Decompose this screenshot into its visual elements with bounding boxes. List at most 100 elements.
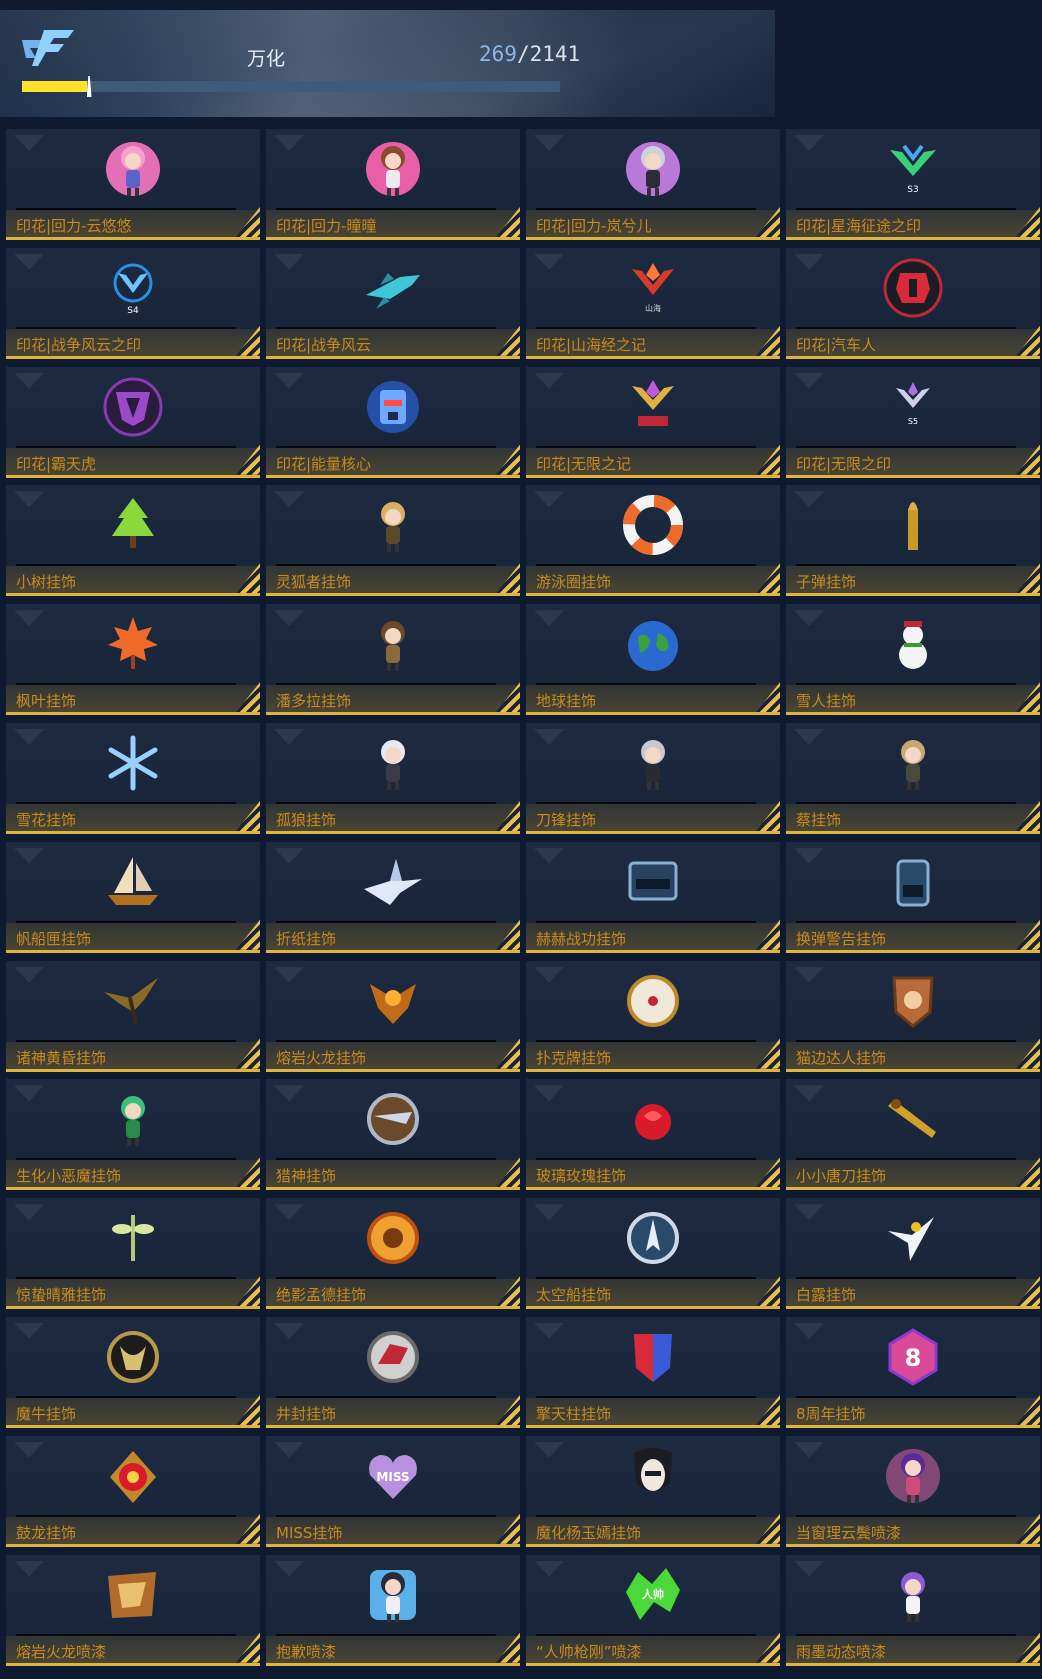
item-label: 枫叶挂饰 [16,692,77,711]
item-card[interactable]: 当窗理云鬓喷漆 [786,1435,1040,1547]
item-label: 绝影孟德挂饰 [276,1286,367,1305]
item-card[interactable]: 绝影孟德挂饰 [266,1198,520,1310]
decepticon-icon [100,374,166,440]
item-label: 游泳圈挂饰 [536,573,612,592]
item-card[interactable]: 换弹警告挂饰 [786,841,1040,953]
winged-dragon-icon [100,968,166,1034]
item-card[interactable]: 太空船挂饰 [526,1198,780,1310]
robot-head-icon [360,374,426,440]
item-card[interactable]: 雪花挂饰 [6,723,260,834]
item-card[interactable]: 擎天柱挂饰 [526,1317,780,1428]
item-card[interactable]: 生化小恶魔挂饰 [6,1079,260,1191]
item-label: 印花|回力-曈曈 [276,217,377,235]
item-card[interactable]: 印花|汽车人 [786,247,1040,359]
item-card[interactable]: 鼓龙挂饰 [6,1435,260,1547]
item-card[interactable]: 抱歉喷漆 [266,1554,520,1666]
item-label: 印花|山海经之记 [536,335,647,354]
item-card[interactable]: 赫赫战功挂饰 [526,841,780,953]
paper-crane-icon [360,849,426,915]
bull-medallion-icon [100,1324,166,1390]
item-card[interactable]: S4 印花|战争风云之印 [6,247,260,359]
count-total: 2141 [529,42,581,66]
item-card[interactable]: 熔岩火龙挂饰 [266,960,520,1072]
item-card[interactable]: 刀锋挂饰 [526,723,780,834]
svg-text:山海: 山海 [645,303,661,313]
item-card[interactable]: 扑克牌挂饰 [526,960,780,1072]
silver-medallion-icon [360,1086,426,1152]
item-card[interactable]: 熔岩火龙喷漆 [6,1554,260,1666]
item-label: 帆船匣挂饰 [16,929,92,948]
item-card[interactable]: 猫边达人挂饰 [786,960,1040,1072]
optimus-shield-icon [620,1324,686,1390]
item-label: 印花|汽车人 [796,335,877,354]
count-current: 269 [479,42,517,66]
item-card[interactable]: S3 印花|星海征途之印 [786,129,1040,240]
item-card[interactable]: 蔡挂饰 [786,723,1040,834]
chibi-masked-icon [620,730,686,796]
poker-chip-icon [620,968,686,1034]
chibi-girl-silver-icon [620,136,686,202]
chibi-girl-pink-icon [100,136,166,202]
infinity-emblem-gold-icon [620,374,686,440]
item-card[interactable]: MISS MISS挂饰 [266,1435,520,1547]
item-label: 印花|回力-岚兮儿 [536,217,652,235]
item-card[interactable]: 魔牛挂饰 [6,1317,260,1428]
item-card[interactable]: 印花|霸天虎 [6,366,260,478]
item-card[interactable]: 雪人挂饰 [786,604,1040,716]
item-card[interactable]: 白露挂饰 [786,1198,1040,1310]
item-label: 生化小恶魔挂饰 [16,1167,122,1186]
item-card[interactable]: 小小唐刀挂饰 [786,1079,1040,1191]
item-card[interactable]: 枫叶挂饰 [6,604,260,716]
item-card[interactable]: 印花|回力-云悠悠 [6,129,260,240]
shield-badge-icon [880,968,946,1034]
item-card[interactable]: 雨墨动态喷漆 [786,1554,1040,1666]
item-card[interactable]: 玻璃玫瑰挂饰 [526,1079,780,1191]
item-label: 灵狐者挂饰 [276,573,352,592]
item-card[interactable]: 猎神挂饰 [266,1079,520,1191]
item-card[interactable]: 折纸挂饰 [266,841,520,953]
chibi-soldier-icon [360,611,426,677]
item-card[interactable]: 印花|战争风云 [266,247,520,359]
svg-text:8: 8 [905,1344,922,1372]
item-card[interactable]: 井封挂饰 [266,1317,520,1428]
item-label: 猫边达人挂饰 [796,1048,887,1067]
score-panel-icon [620,849,686,915]
item-card[interactable]: 灵狐者挂饰 [266,485,520,597]
item-card[interactable]: 地球挂饰 [526,604,780,716]
item-card[interactable]: 印花|能量核心 [266,366,520,478]
item-card[interactable]: 惊蛰晴雅挂饰 [6,1198,260,1310]
item-card[interactable]: 印花|无限之记 [526,366,780,478]
globe-icon [620,611,686,677]
item-card[interactable]: 子弹挂饰 [786,485,1040,597]
item-label: 印花|星海征途之印 [796,217,922,235]
item-card[interactable]: 魔化杨玉嫣挂饰 [526,1435,780,1547]
dragonfly-icon [100,1205,166,1271]
item-card[interactable]: 帆船匣挂饰 [6,841,260,953]
autobot-icon [880,255,946,321]
count-separator: / [516,42,530,66]
item-card[interactable]: 印花|回力-岚兮儿 [526,129,780,240]
item-card[interactable]: 游泳圈挂饰 [526,485,780,597]
item-card[interactable]: 潘多拉挂饰 [266,604,520,716]
item-card[interactable]: 人帅 “人帅枪刚”喷漆 [526,1554,780,1666]
item-card[interactable]: 印花|回力-曈曈 [266,129,520,240]
item-label: 雨墨动态喷漆 [796,1642,887,1661]
item-card[interactable]: 诸神黄昏挂饰 [6,960,260,1072]
item-card[interactable]: S5 印花|无限之印 [786,366,1040,478]
item-label: 诸神黄昏挂饰 [16,1048,107,1067]
svg-text:S4: S4 [127,306,139,316]
item-label: 玻璃玫瑰挂饰 [536,1167,627,1186]
chibi-purple-hair-icon [880,1443,946,1509]
item-card[interactable]: 山海印花|山海经之记 [526,247,780,359]
item-card[interactable]: 8 8周年挂饰 [786,1317,1040,1428]
item-card[interactable]: 小树挂饰 [6,485,260,597]
item-label: 小小唐刀挂饰 [796,1167,887,1186]
item-label: 印花|无限之记 [536,454,632,473]
item-label: 印花|霸天虎 [16,454,97,473]
item-label: 井封挂饰 [276,1405,337,1423]
item-label: 印花|战争风云 [276,335,372,354]
item-label: 猎神挂饰 [276,1167,337,1186]
item-label: 印花|回力-云悠悠 [16,217,132,235]
season-emblem-green-icon: S3 [880,136,946,202]
item-card[interactable]: 孤狼挂饰 [266,723,520,834]
